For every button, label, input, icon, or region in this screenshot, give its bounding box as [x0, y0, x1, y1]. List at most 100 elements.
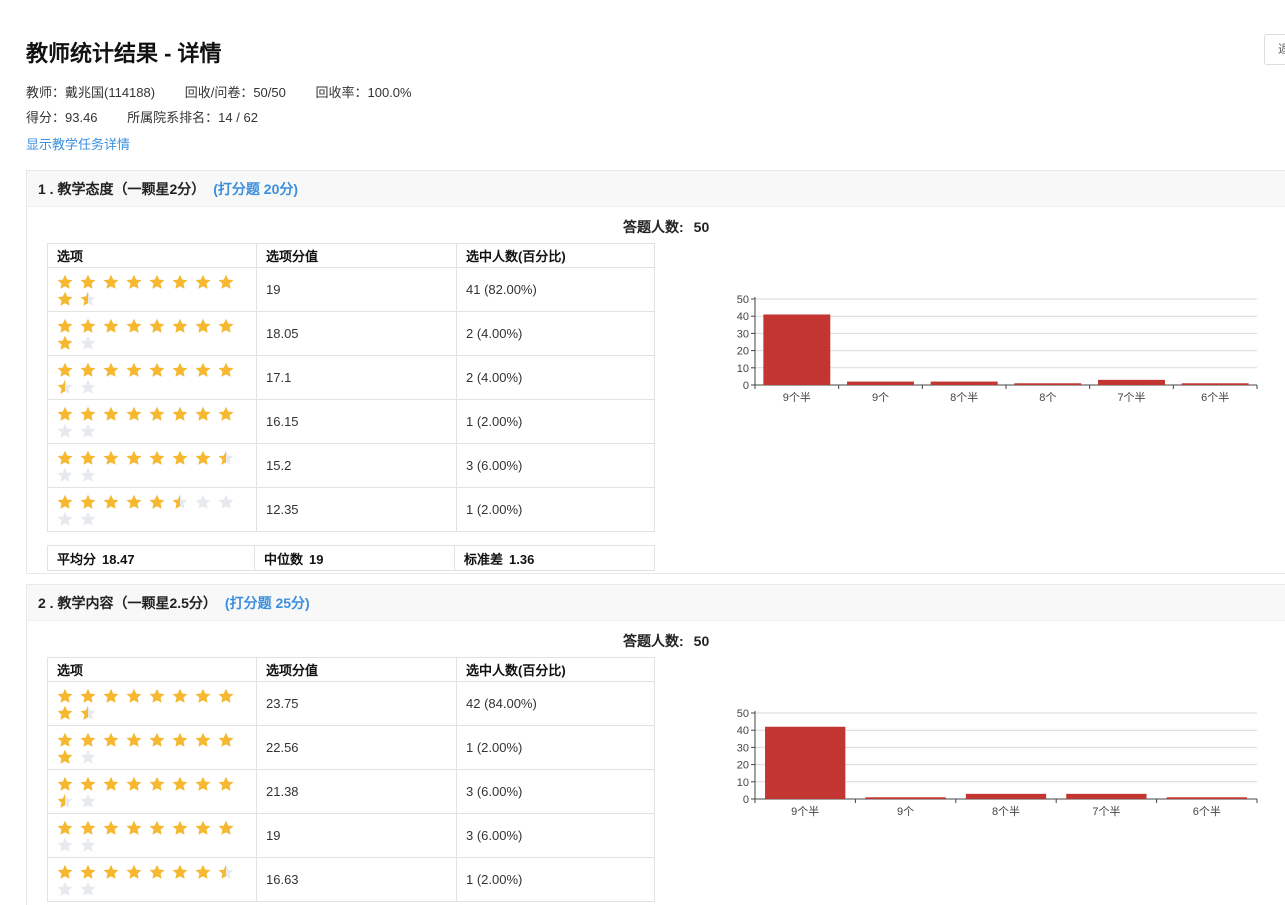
table-row: 16.15 1 (2.00%): [47, 399, 655, 444]
star-full-icon: [172, 776, 188, 792]
star-half-icon: [218, 864, 234, 880]
y-tick-label: 20: [737, 760, 749, 772]
question-title: 1 . 教学态度（一颗星2分）: [38, 181, 206, 197]
star-full-icon: [172, 362, 188, 378]
star-full-icon: [80, 318, 96, 334]
table-row: 15.2 3 (6.00%): [47, 443, 655, 488]
option-score: 17.1: [256, 355, 457, 400]
meta-row-1: 教师：戴兆国(114188) 回收/问卷：50/50 回收率：100.0%: [26, 82, 438, 101]
summary-table: 平均分 18.47 中位数 19 标准差 1.36: [47, 545, 655, 571]
x-tick-label: 9个半: [783, 390, 811, 404]
option-score: 21.38: [256, 769, 457, 814]
star-full-icon: [57, 274, 73, 290]
answer-count-value: 50: [693, 633, 710, 649]
y-tick-label: 50: [737, 708, 749, 720]
option-score: 16.15: [256, 399, 457, 444]
question-header-2: 2 . 教学内容（一颗星2.5分） (打分题 25分): [27, 585, 1285, 621]
bar: [847, 381, 914, 385]
star-full-icon: [126, 820, 142, 836]
table-row: 19 3 (6.00%): [47, 813, 655, 858]
std-cell: 标准差 1.36: [454, 545, 655, 571]
answer-count: 答题人数: 50: [623, 217, 709, 237]
question-type: (打分题 25分): [224, 595, 310, 611]
option-score: 16.63: [256, 857, 457, 902]
star-full-icon: [218, 318, 234, 334]
bar: [1014, 383, 1082, 385]
star-rating: [57, 773, 247, 810]
back-button[interactable]: 返: [1264, 34, 1285, 65]
show-task-detail-link[interactable]: 显示教学任务详情: [26, 134, 130, 153]
star-half-icon: [80, 705, 96, 721]
star-full-icon: [80, 688, 96, 704]
star-full-icon: [126, 318, 142, 334]
star-rating: [57, 861, 247, 898]
star-full-icon: [172, 820, 188, 836]
star-empty-icon: [57, 837, 73, 853]
star-empty-icon: [80, 749, 96, 765]
star-half-icon: [172, 494, 188, 510]
option-score: 19: [256, 813, 457, 858]
star-empty-icon: [57, 423, 73, 439]
bar: [865, 797, 946, 799]
std-label: 标准差: [464, 551, 504, 567]
star-full-icon: [195, 450, 211, 466]
star-full-icon: [126, 688, 142, 704]
question-type: (打分题 20分): [213, 181, 299, 197]
star-rating: [57, 729, 247, 766]
star-full-icon: [172, 688, 188, 704]
star-empty-icon: [195, 494, 211, 510]
star-rating: [57, 685, 247, 722]
x-tick-label: 8个半: [950, 390, 978, 404]
star-full-icon: [149, 406, 165, 422]
x-tick-label: 9个半: [791, 804, 819, 818]
table-row: 17.1 2 (4.00%): [47, 355, 655, 400]
col-score: 选项分值: [256, 243, 457, 268]
star-empty-icon: [80, 511, 96, 527]
options-table: 选项 选项分值 选中人数(百分比) 19 41 (82.00%) 18.05 2…: [47, 243, 655, 532]
star-full-icon: [195, 820, 211, 836]
star-full-icon: [195, 688, 211, 704]
star-full-icon: [57, 335, 73, 351]
bar: [1066, 793, 1147, 799]
star-full-icon: [103, 820, 119, 836]
star-full-icon: [149, 688, 165, 704]
score-info: 得分：93.46: [26, 110, 98, 125]
option-stars: [47, 355, 257, 400]
std-value: 1.36: [509, 551, 535, 567]
table-row: 23.75 42 (84.00%): [47, 681, 655, 726]
option-stars: [47, 857, 257, 902]
y-tick-label: 50: [737, 294, 749, 306]
star-empty-icon: [80, 379, 96, 395]
star-full-icon: [57, 291, 73, 307]
star-full-icon: [57, 820, 73, 836]
bar: [930, 381, 998, 385]
star-full-icon: [195, 864, 211, 880]
option-score: 22.56: [256, 725, 457, 770]
question-panel-2: 2 . 教学内容（一颗星2.5分） (打分题 25分) 答题人数: 50 选项 选项…: [26, 584, 1285, 905]
answer-count-label: 答题人数:: [623, 219, 684, 235]
star-full-icon: [218, 688, 234, 704]
table-row: 22.56 1 (2.00%): [47, 725, 655, 770]
y-tick-label: 40: [737, 725, 749, 737]
star-full-icon: [103, 864, 119, 880]
answer-count: 答题人数: 50: [623, 631, 709, 651]
table-row: 19 41 (82.00%): [47, 267, 655, 312]
star-full-icon: [103, 494, 119, 510]
star-full-icon: [149, 820, 165, 836]
star-full-icon: [172, 318, 188, 334]
mean-label: 平均分: [57, 551, 97, 567]
star-full-icon: [126, 406, 142, 422]
answer-count-label: 答题人数:: [623, 633, 684, 649]
y-tick-label: 20: [737, 346, 749, 358]
x-tick-label: 9个: [897, 805, 914, 818]
star-full-icon: [172, 732, 188, 748]
star-full-icon: [80, 406, 96, 422]
option-count: 2 (4.00%): [456, 355, 655, 400]
meta-row-2: 得分：93.46 所属院系排名：14 / 62: [26, 107, 284, 126]
star-full-icon: [172, 864, 188, 880]
star-empty-icon: [80, 467, 96, 483]
star-full-icon: [195, 776, 211, 792]
star-full-icon: [149, 274, 165, 290]
options-table: 选项 选项分值 选中人数(百分比) 23.75 42 (84.00%) 22.5…: [47, 657, 655, 902]
star-full-icon: [195, 406, 211, 422]
